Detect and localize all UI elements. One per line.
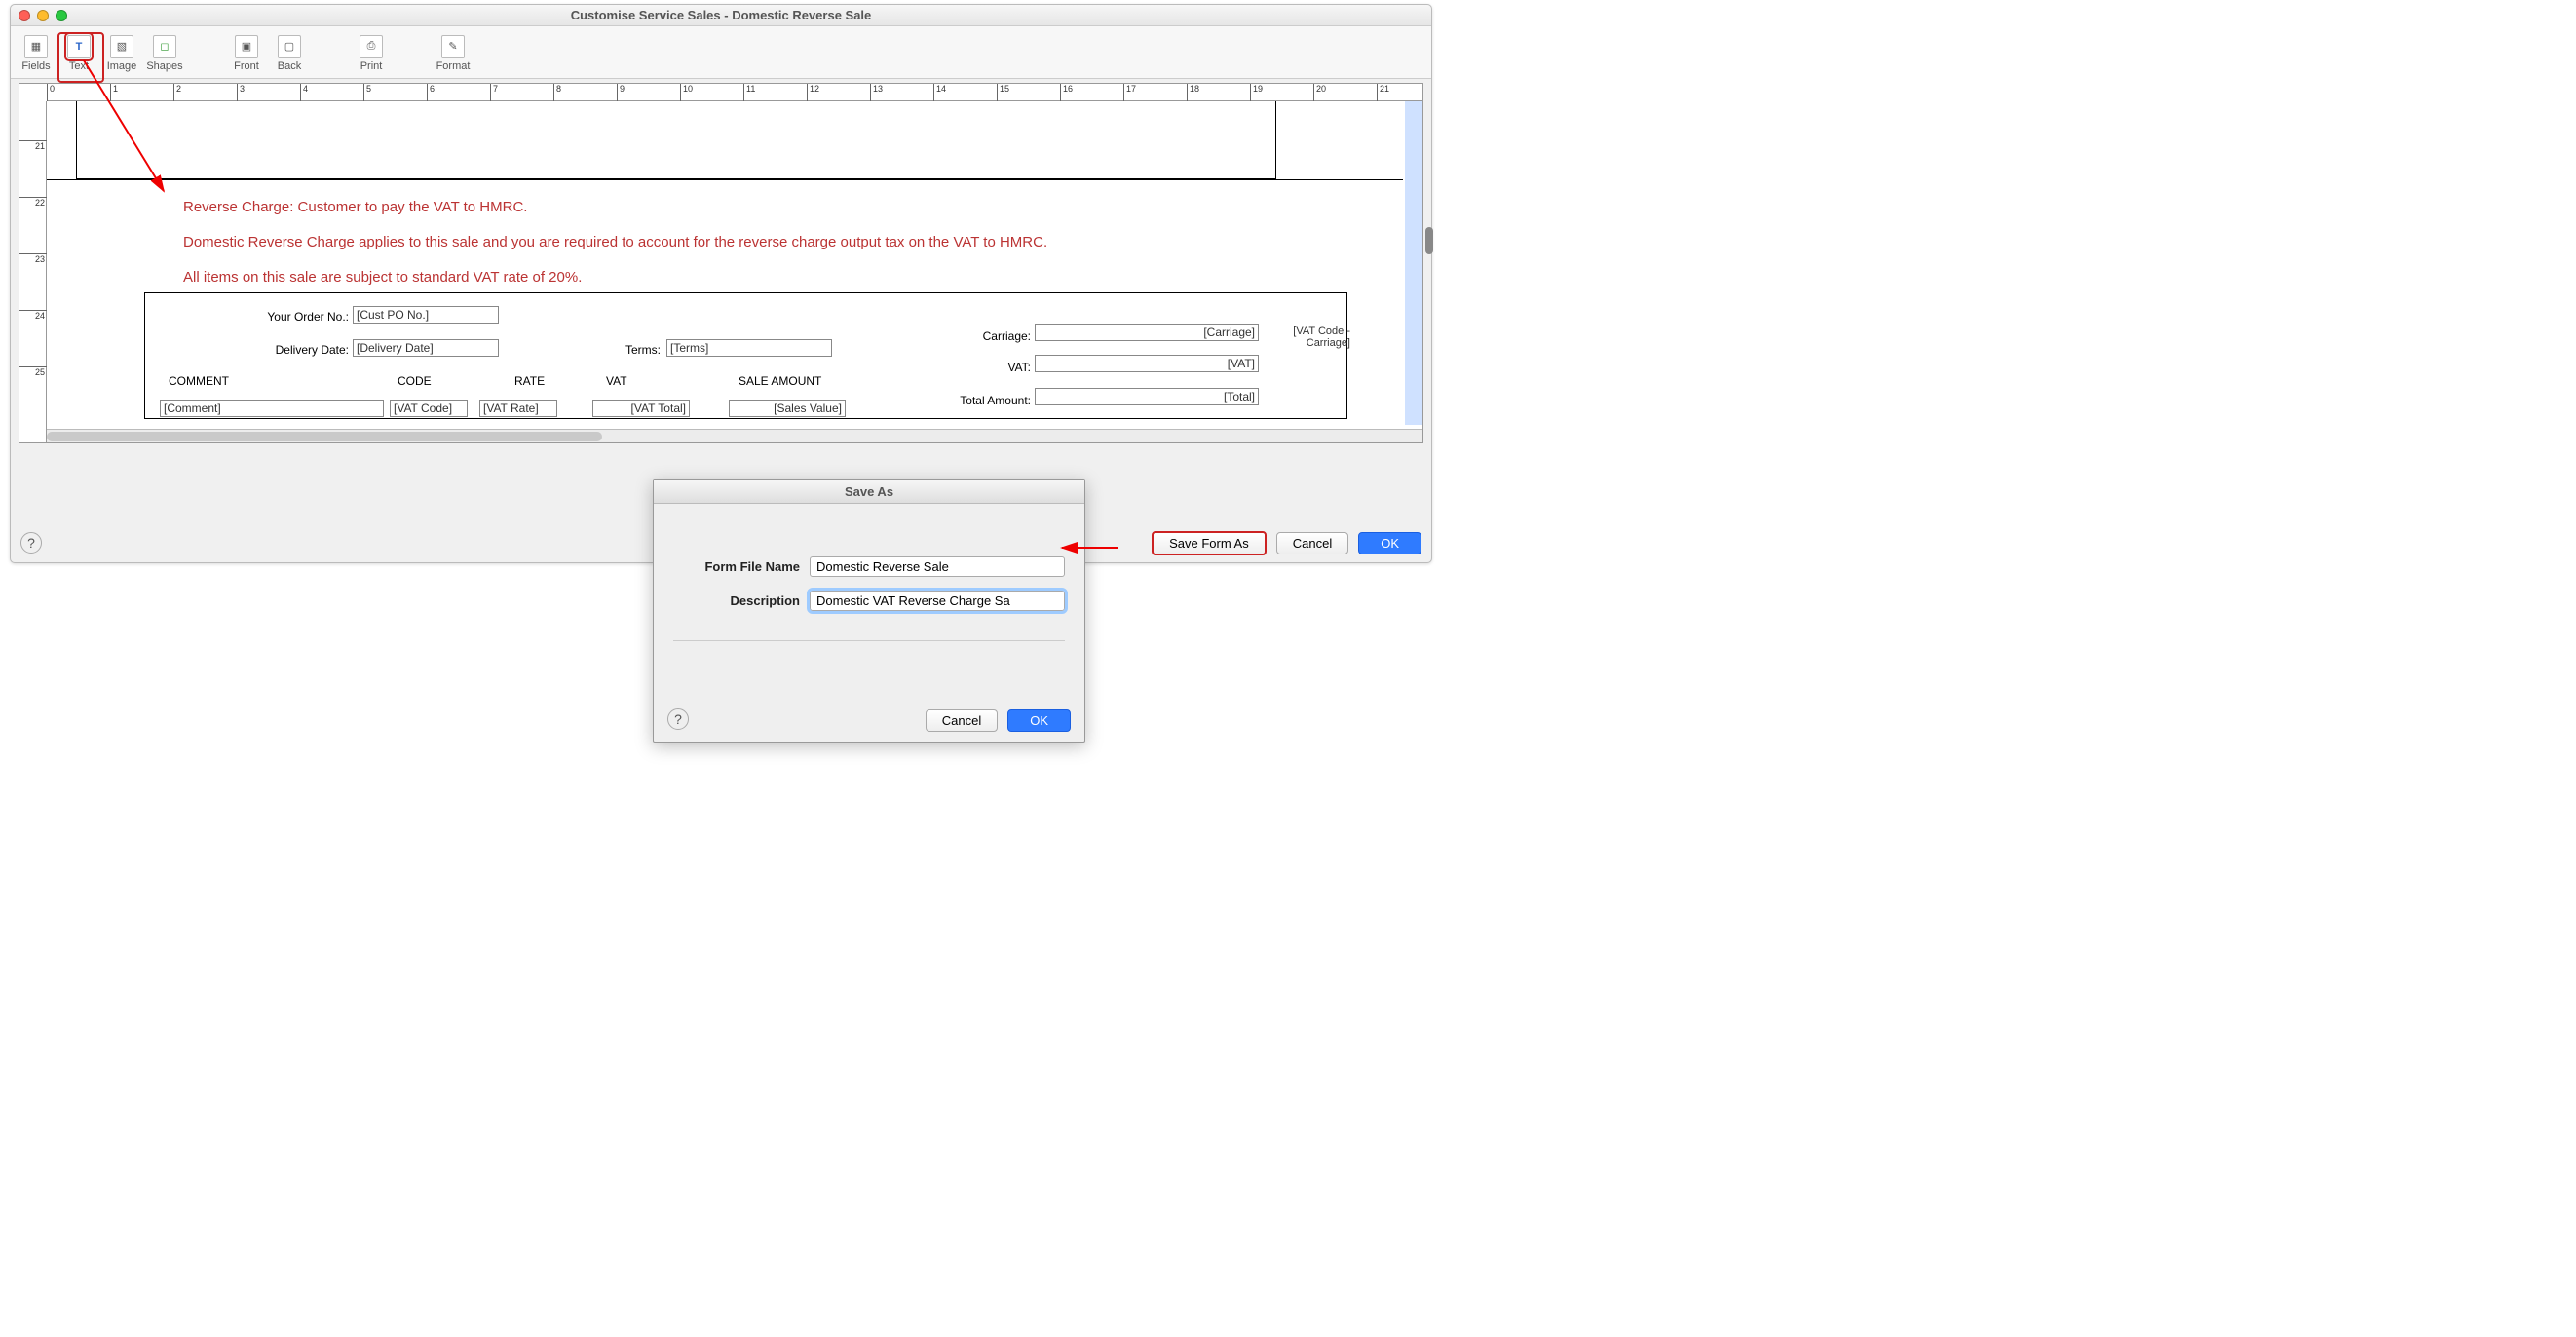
vat-label: VAT:: [904, 361, 1031, 374]
dialog-ok-button[interactable]: OK: [1007, 709, 1071, 732]
description-label: Description: [673, 593, 810, 608]
back-button[interactable]: ▢Back: [268, 33, 311, 72]
vatrate-field[interactable]: [VAT Rate]: [479, 400, 557, 417]
vat-field[interactable]: [VAT]: [1035, 355, 1259, 372]
save-form-as-button[interactable]: Save Form As: [1152, 531, 1267, 555]
terms-field[interactable]: [Terms]: [666, 339, 832, 357]
salesvalue-field[interactable]: [Sales Value]: [729, 400, 846, 417]
format-button[interactable]: ✎Format: [432, 33, 474, 72]
vatcode-field[interactable]: [VAT Code]: [390, 400, 468, 417]
file-name-label: Form File Name: [673, 559, 810, 574]
dialog-cancel-button[interactable]: Cancel: [926, 709, 998, 732]
total-label: Total Amount:: [904, 394, 1031, 407]
col-vat: VAT: [606, 374, 627, 388]
close-icon[interactable]: [19, 10, 30, 21]
horizontal-ruler: 0123456789101112131415161718192021: [47, 84, 1422, 101]
comment-field[interactable]: [Comment]: [160, 400, 384, 417]
vertical-ruler: 2122232425: [19, 101, 47, 442]
scroll-thumb[interactable]: [47, 432, 602, 441]
header-box: [76, 101, 1276, 179]
window-grabber[interactable]: [1425, 227, 1433, 254]
col-amount: SALE AMOUNT: [739, 374, 821, 388]
carriage-label: Carriage:: [904, 329, 1031, 343]
image-button[interactable]: ▧Image: [100, 33, 143, 72]
toolbar: ▦Fields TText ▧Image ◻Shapes ▣Front ▢Bac…: [11, 26, 1431, 79]
section-divider: [47, 179, 1403, 180]
ok-button[interactable]: OK: [1358, 532, 1421, 554]
front-button[interactable]: ▣Front: [225, 33, 268, 72]
order-no-label: Your Order No.:: [183, 310, 349, 324]
text-button[interactable]: TText: [57, 33, 100, 72]
cancel-button[interactable]: Cancel: [1276, 532, 1348, 554]
window-title: Customise Service Sales - Domestic Rever…: [11, 5, 1431, 26]
note-line-3: All items on this sale are subject to st…: [183, 269, 582, 286]
minimize-icon[interactable]: [37, 10, 49, 21]
vattotal-field[interactable]: [VAT Total]: [592, 400, 690, 417]
horizontal-scrollbar[interactable]: [47, 429, 1422, 442]
carriage-field[interactable]: [Carriage]: [1035, 324, 1259, 341]
page-edge: [1405, 101, 1422, 425]
description-input[interactable]: [810, 591, 1065, 611]
dialog-title: Save As: [654, 480, 1084, 504]
total-field[interactable]: [Total]: [1035, 388, 1259, 405]
save-as-dialog: Save As Form File Name Description ? Can…: [653, 479, 1085, 743]
print-button[interactable]: ⎙Print: [350, 33, 393, 72]
delivery-label: Delivery Date:: [183, 343, 349, 357]
file-name-input[interactable]: [810, 556, 1065, 577]
help-icon[interactable]: ?: [20, 532, 42, 554]
col-code: CODE: [398, 374, 432, 388]
form-page[interactable]: Reverse Charge: Customer to pay the VAT …: [47, 101, 1422, 425]
note-line-1: Reverse Charge: Customer to pay the VAT …: [183, 199, 527, 215]
fields-button[interactable]: ▦Fields: [15, 33, 57, 72]
shapes-button[interactable]: ◻Shapes: [143, 33, 186, 72]
vat-code-carriage-field[interactable]: [VAT Code - Carriage]: [1272, 325, 1350, 349]
zoom-icon[interactable]: [56, 10, 67, 21]
titlebar: Customise Service Sales - Domestic Rever…: [11, 5, 1431, 26]
terms-label: Terms:: [573, 343, 661, 357]
col-rate: RATE: [514, 374, 545, 388]
order-no-field[interactable]: [Cust PO No.]: [353, 306, 499, 324]
col-comment: COMMENT: [169, 374, 229, 388]
dialog-help-icon[interactable]: ?: [667, 708, 689, 730]
design-canvas[interactable]: 0123456789101112131415161718192021 21222…: [19, 83, 1423, 443]
delivery-field[interactable]: [Delivery Date]: [353, 339, 499, 357]
dialog-divider: [673, 640, 1065, 641]
note-line-2: Domestic Reverse Charge applies to this …: [183, 234, 1047, 250]
